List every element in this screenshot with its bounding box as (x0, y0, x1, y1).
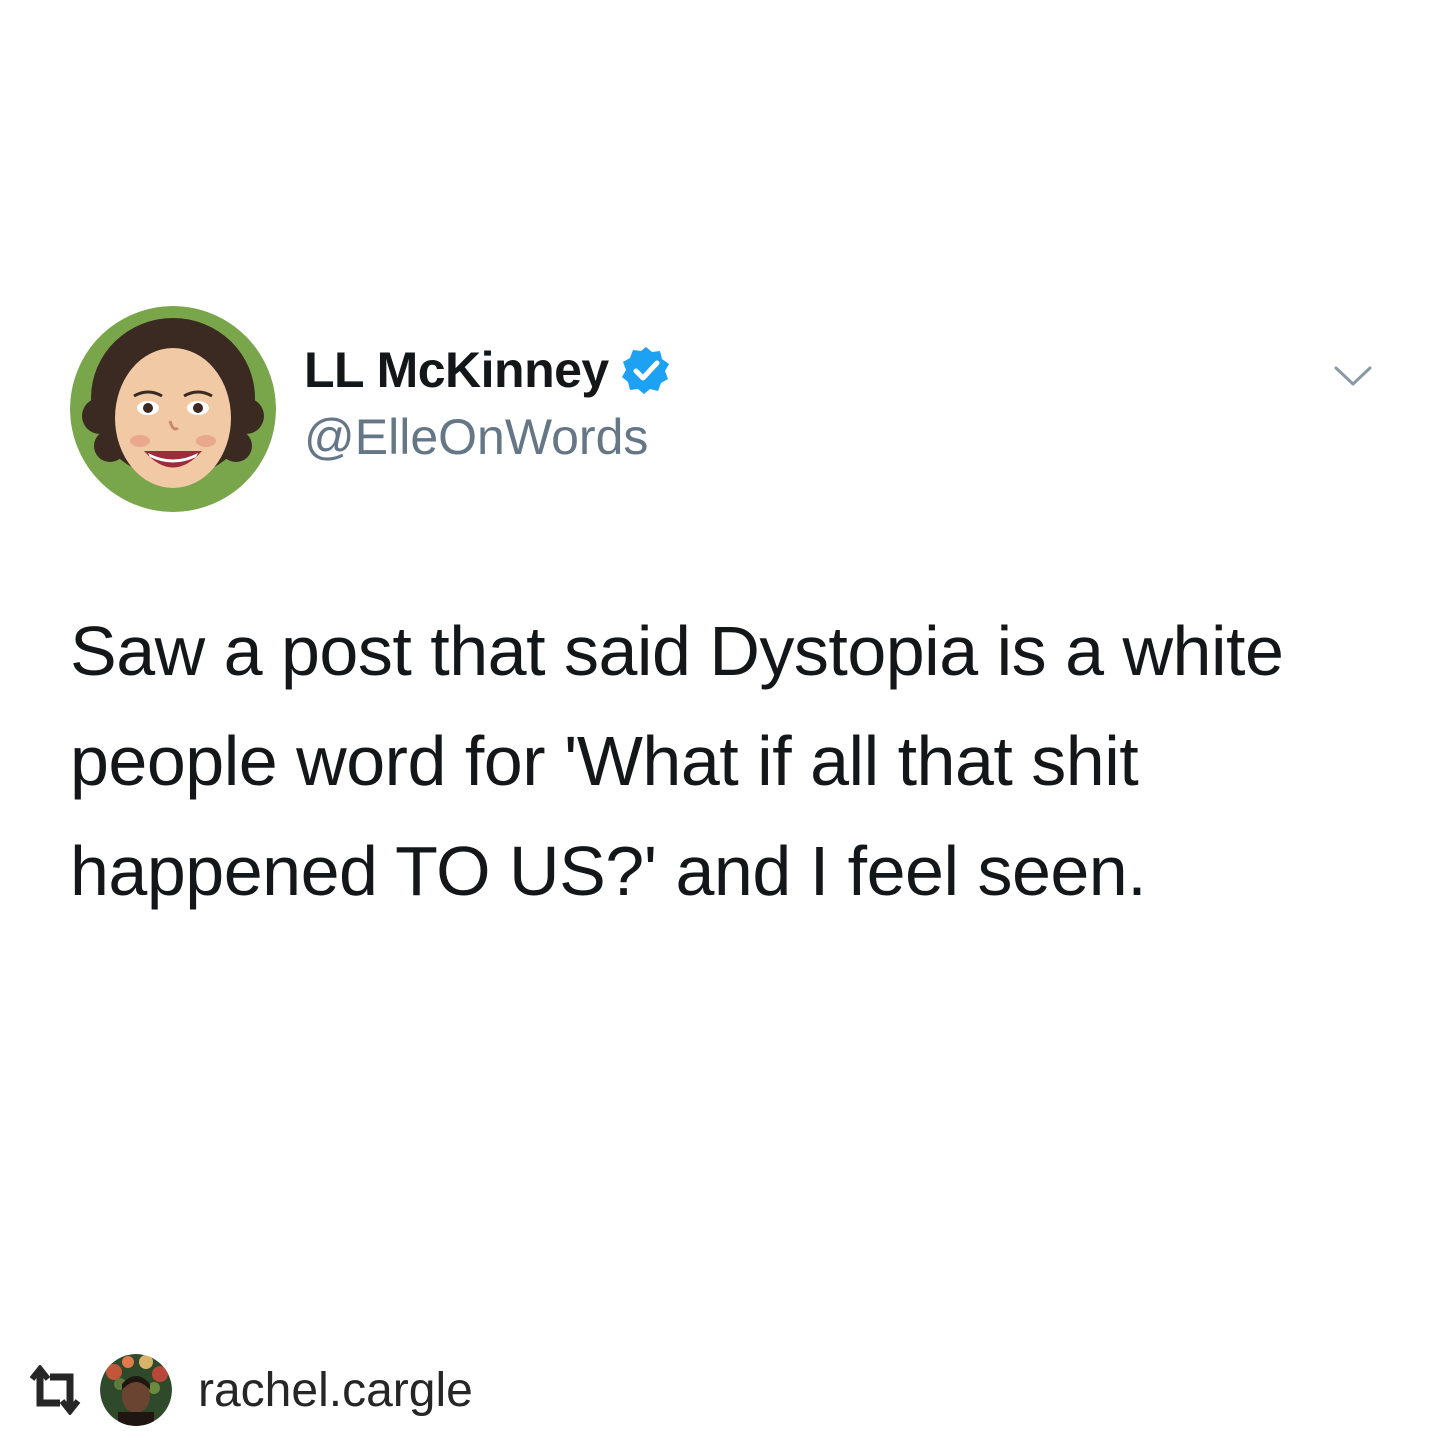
tweet-card: LL McKinney @ElleOnWords Saw a post that… (0, 0, 1440, 1440)
tweet-avatar-icon[interactable] (70, 306, 276, 512)
repost-icon (26, 1365, 84, 1415)
verified-badge-icon (621, 345, 671, 395)
display-name[interactable]: LL McKinney (304, 341, 609, 399)
repost-username[interactable]: rachel.cargle (198, 1363, 473, 1418)
repost-attribution: rachel.cargle (26, 1350, 473, 1430)
tweet-text: Saw a post that said Dystopia is a white… (70, 612, 1284, 910)
chevron-down-icon[interactable] (1330, 356, 1376, 396)
tweet-author-row: LL McKinney (304, 338, 671, 402)
profile-avatar-icon[interactable] (100, 1354, 172, 1426)
user-handle[interactable]: @ElleOnWords (304, 408, 648, 466)
